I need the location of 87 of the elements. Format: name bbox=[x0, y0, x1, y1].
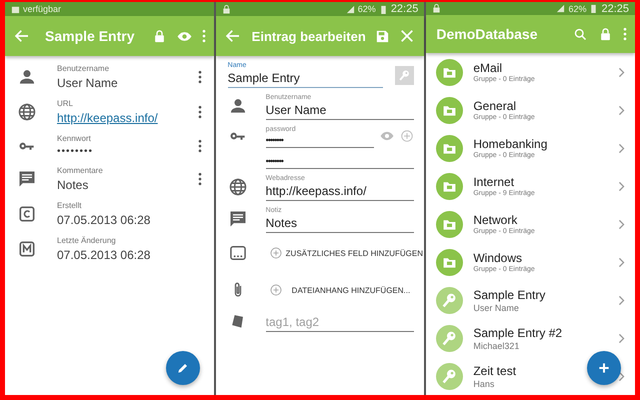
field-menu-icon[interactable] bbox=[198, 70, 202, 84]
screen-title: Sample Entry bbox=[44, 28, 136, 44]
save-icon[interactable] bbox=[375, 28, 390, 44]
chevron-icon bbox=[618, 332, 626, 344]
add-fab[interactable] bbox=[587, 351, 622, 385]
search-icon[interactable] bbox=[573, 26, 588, 42]
input-field[interactable]: User Name bbox=[266, 101, 414, 120]
globe-icon bbox=[228, 176, 248, 196]
comment-icon bbox=[228, 208, 248, 228]
chevron-icon bbox=[618, 218, 626, 230]
add-button[interactable]: DATEIANHANG HINZUFÜGEN... bbox=[258, 284, 410, 296]
screen-title: DemoDatabase bbox=[435, 26, 538, 42]
item-title: Internet bbox=[473, 175, 514, 189]
item-title: Windows bbox=[473, 251, 522, 265]
battery-percent: 62% bbox=[568, 4, 586, 14]
folder-icon bbox=[436, 210, 464, 238]
chevron-icon bbox=[618, 294, 626, 306]
add-circle-icon bbox=[270, 284, 282, 296]
edit-fab[interactable] bbox=[166, 351, 200, 385]
globe-icon bbox=[17, 102, 37, 122]
key-icon bbox=[436, 286, 464, 314]
lock-icon bbox=[222, 4, 231, 14]
list-item[interactable]: Sample Entry #2 Michael321 bbox=[426, 319, 635, 357]
url-link[interactable]: http://keepass.info/ bbox=[57, 111, 186, 125]
battery-percent: 62% bbox=[358, 4, 376, 14]
input-field[interactable]: •••••••• bbox=[266, 154, 414, 169]
more-menu-icon[interactable] bbox=[623, 27, 628, 42]
field-value: User Name bbox=[57, 76, 119, 90]
folder-icon bbox=[436, 248, 464, 276]
item-subtitle: Michael321 bbox=[473, 340, 520, 350]
battery-icon bbox=[589, 4, 598, 14]
m-letter-icon bbox=[17, 239, 37, 259]
add-button[interactable]: ZUSÄTZLICHES FELD HINZUFÜGEN bbox=[258, 247, 424, 259]
item-subtitle: User Name bbox=[473, 302, 519, 312]
item-title: Network bbox=[473, 213, 518, 227]
comment-icon bbox=[17, 169, 37, 189]
item-title: eMail bbox=[473, 61, 502, 75]
item-title: Homebanking bbox=[473, 137, 548, 151]
field-label: Letzte Änderung bbox=[57, 236, 117, 245]
folder-icon bbox=[436, 58, 464, 86]
tags-field[interactable]: tag1, tag2 bbox=[266, 313, 414, 332]
chevron-icon bbox=[618, 256, 626, 268]
chevron-icon bbox=[618, 66, 626, 78]
input-field[interactable]: http://keepass.info/ bbox=[266, 182, 414, 201]
field-label: Kennwort bbox=[57, 134, 92, 143]
battery-icon bbox=[378, 4, 388, 14]
c-letter-icon bbox=[17, 204, 37, 224]
chevron-icon bbox=[618, 180, 626, 192]
name-field[interactable]: Sample Entry bbox=[228, 69, 384, 88]
item-subtitle: Hans bbox=[473, 378, 494, 388]
chevron-icon bbox=[618, 142, 626, 154]
field-value: 07.05.2013 06:28 bbox=[57, 213, 152, 227]
add-circle-icon[interactable] bbox=[400, 128, 414, 142]
add-circle-icon bbox=[270, 247, 282, 259]
screen-title: Eintrag bearbeiten bbox=[250, 28, 367, 44]
key-icon bbox=[436, 362, 464, 390]
field-menu-icon[interactable] bbox=[198, 105, 202, 119]
field-label: Kommentare bbox=[57, 166, 104, 175]
lock-icon bbox=[432, 4, 442, 14]
chevron-icon bbox=[618, 104, 626, 116]
folder-icon bbox=[436, 134, 464, 162]
folder-icon bbox=[436, 96, 464, 124]
status-time: 22:25 bbox=[601, 2, 630, 15]
field-value: •••••••• bbox=[57, 146, 94, 157]
key-icon bbox=[436, 324, 464, 352]
field-menu-icon[interactable] bbox=[198, 172, 202, 186]
field-value: Notes bbox=[57, 178, 90, 192]
key-button[interactable] bbox=[395, 66, 414, 84]
item-title: Sample Entry #2 bbox=[473, 326, 562, 340]
status-text: verfügbar bbox=[23, 4, 62, 14]
dots-box-icon bbox=[228, 243, 248, 263]
field-menu-icon[interactable] bbox=[198, 138, 202, 152]
field-label: Erstellt bbox=[57, 201, 82, 210]
signal-icon bbox=[346, 4, 355, 14]
field-value: 07.05.2013 06:28 bbox=[57, 248, 152, 262]
list-item[interactable]: Sample Entry User Name bbox=[426, 281, 635, 319]
item-title: Sample Entry bbox=[473, 288, 546, 302]
folder-icon bbox=[436, 172, 464, 200]
field-label: Benutzername bbox=[57, 64, 110, 73]
status-time: 22:25 bbox=[390, 3, 418, 15]
input-field[interactable]: •••••••• bbox=[266, 133, 374, 148]
chevron-icon bbox=[618, 370, 626, 382]
item-title: Zeit test bbox=[473, 364, 516, 378]
input-field[interactable]: Notes bbox=[266, 214, 414, 233]
item-title: General bbox=[473, 99, 516, 113]
more-menu-icon[interactable] bbox=[202, 29, 206, 43]
field-label: URL bbox=[57, 99, 74, 108]
